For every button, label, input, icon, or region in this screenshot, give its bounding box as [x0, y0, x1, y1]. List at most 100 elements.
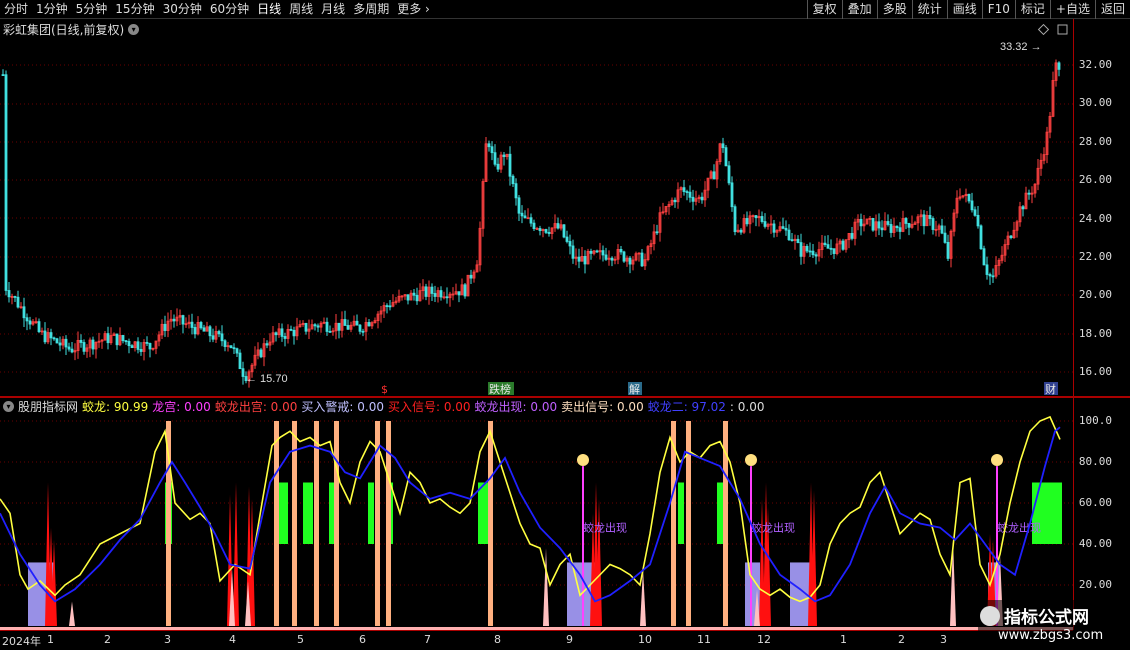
candle-body	[1027, 192, 1031, 195]
candle-body	[283, 336, 287, 339]
candle-body	[712, 171, 716, 180]
candle-body	[13, 296, 17, 298]
candle-body	[577, 256, 581, 262]
candle-body	[904, 218, 908, 224]
indicator-axis-label: 100.0	[1078, 414, 1112, 427]
event-marker[interactable]: $	[381, 383, 388, 396]
candle-body	[520, 212, 524, 217]
date-axis-label: 10	[638, 633, 652, 646]
candle-body	[826, 244, 830, 249]
candle-body	[412, 292, 416, 296]
candle-body	[754, 215, 758, 219]
candle-body	[58, 342, 62, 346]
signal-bar	[717, 482, 724, 544]
candle-body	[982, 248, 986, 266]
candle-body	[532, 222, 536, 229]
candle-body	[424, 286, 428, 297]
candle-body	[163, 323, 167, 331]
candle-body	[529, 217, 533, 224]
candle-body	[745, 218, 749, 225]
candle-body	[841, 240, 845, 250]
candle-body	[739, 229, 743, 233]
candle-body	[463, 284, 467, 297]
candle-body	[82, 342, 86, 352]
price-axis-label: 26.00	[1078, 173, 1112, 187]
candle-body	[4, 74, 8, 291]
candle-body	[946, 242, 950, 259]
candle-body	[595, 250, 599, 253]
candle-body	[406, 294, 410, 301]
candle-body	[325, 321, 329, 332]
candle-body	[361, 330, 365, 333]
candle-body	[850, 233, 854, 239]
candle-body	[7, 290, 11, 298]
signal-spike	[69, 601, 75, 626]
candle-body	[967, 193, 971, 202]
candle-body	[106, 333, 110, 344]
dragon-signal-label: 蛟龙出现	[583, 521, 627, 535]
panel-toggle-icon[interactable]	[1057, 24, 1068, 35]
candle-body	[547, 232, 551, 234]
event-marker[interactable]: 财	[1045, 382, 1056, 396]
jiaolong-two-line	[0, 426, 1061, 603]
candle-body	[619, 249, 623, 253]
signal-bar	[478, 482, 488, 544]
candle-body	[289, 328, 293, 331]
candle-body	[493, 152, 497, 165]
candle-body	[280, 328, 284, 337]
candle-body	[523, 215, 527, 219]
candle-body	[217, 331, 221, 335]
candle-body	[487, 143, 491, 148]
candle-body	[733, 206, 737, 233]
candle-body	[517, 197, 521, 214]
high-price-label: 33.32 →	[1000, 41, 1042, 53]
candle-body	[385, 305, 389, 308]
candle-body	[313, 324, 317, 327]
date-axis-label: 3	[164, 633, 171, 646]
candle-body	[199, 322, 203, 329]
candle-body	[457, 291, 461, 296]
candle-body	[70, 348, 74, 353]
candle-body	[610, 257, 614, 261]
candle-body	[871, 217, 875, 231]
candle-body	[79, 339, 83, 343]
candle-body	[265, 343, 269, 346]
candle-body	[292, 329, 296, 337]
candle-body	[328, 331, 332, 333]
date-axis-label: 5	[297, 633, 304, 646]
candle-body	[172, 318, 176, 322]
candle-body	[976, 214, 980, 227]
sell-signal-bar	[274, 421, 279, 626]
price-axis-label: 28.00	[1078, 134, 1112, 148]
price-axis-label: 22.00	[1078, 249, 1112, 263]
candle-body	[202, 327, 206, 332]
candle-body	[259, 349, 263, 358]
date-axis-label: 1	[47, 633, 54, 646]
event-marker[interactable]: 解	[629, 382, 640, 396]
event-marker[interactable]: 跌榜	[489, 382, 511, 396]
candle-body	[859, 218, 863, 227]
candle-body	[208, 326, 212, 337]
chart-canvas[interactable]: 33.32 →← 15.70$ 跌榜解财蛟龙出现 蛟龙出现 蛟龙出现	[0, 0, 1073, 630]
date-axis-label: 7	[424, 633, 431, 646]
candle-body	[415, 294, 419, 302]
date-axis-label: 8	[494, 633, 501, 646]
candle-body	[469, 274, 473, 279]
sell-signal-bar	[314, 421, 319, 626]
candle-body	[562, 224, 566, 238]
candle-body	[589, 250, 593, 254]
candle-body	[238, 352, 242, 370]
candle-body	[895, 225, 899, 229]
candle-body	[922, 214, 926, 227]
signal-bar	[678, 482, 684, 544]
candle-body	[511, 175, 515, 185]
candle-body	[28, 320, 32, 325]
candle-body	[796, 238, 800, 243]
diamond-icon[interactable]	[1037, 23, 1050, 36]
toolbar-button[interactable]: 返回	[1094, 0, 1130, 19]
candle-body	[985, 264, 989, 275]
candle-body	[91, 339, 95, 350]
signal-bar	[1032, 482, 1062, 544]
candle-body	[571, 245, 575, 259]
candle-body	[127, 341, 131, 347]
